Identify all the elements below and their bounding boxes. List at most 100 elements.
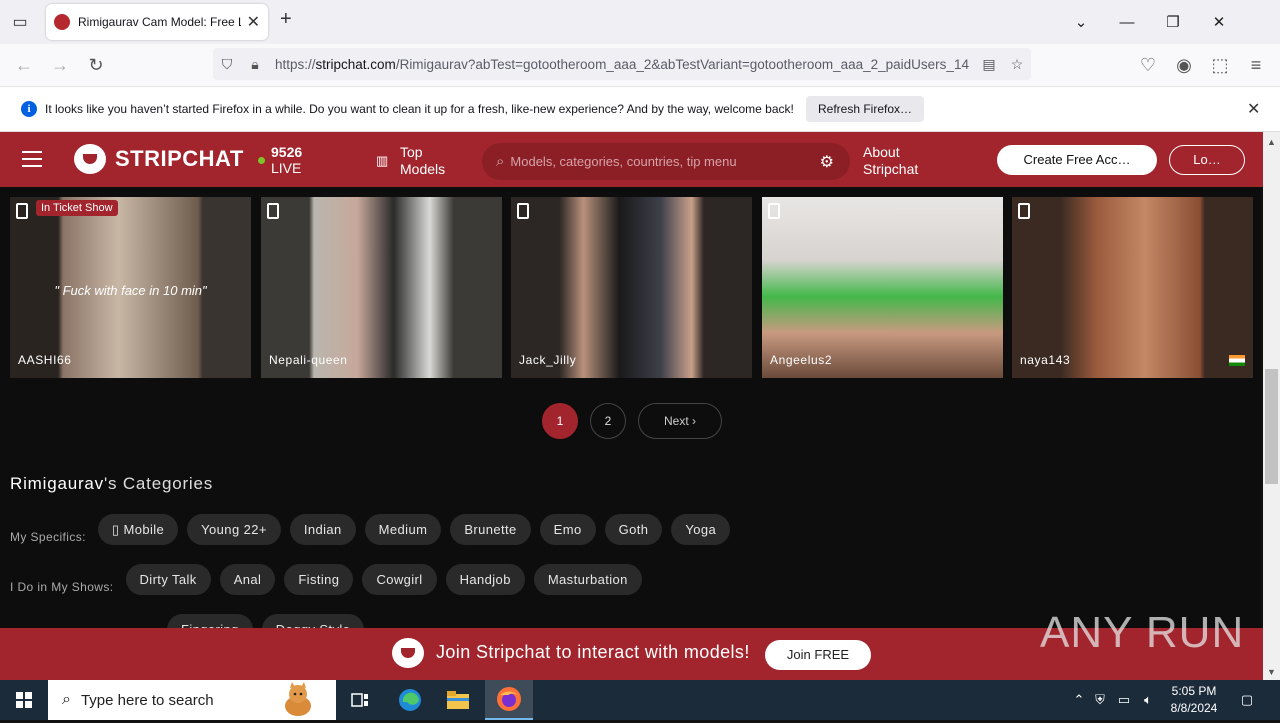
extensions-icon[interactable]: ⬚: [1202, 44, 1238, 86]
website-viewport: STRIPCHAT 9526 LIVE ▥ Top Models ⌕ Models…: [0, 132, 1263, 680]
file-explorer-icon[interactable]: [434, 680, 482, 720]
search-input[interactable]: Models, categories, countries, tip menu: [510, 154, 819, 169]
menu-icon[interactable]: ≡: [1238, 44, 1274, 86]
pocket-icon[interactable]: ♡: [1130, 44, 1166, 86]
category-chip[interactable]: Indian: [289, 514, 356, 545]
site-header: STRIPCHAT 9526 LIVE ▥ Top Models ⌕ Models…: [0, 132, 1263, 187]
category-chip[interactable]: Anal: [219, 564, 276, 595]
category-chip[interactable]: Brunette: [450, 514, 531, 545]
category-chip[interactable]: Dirty Talk: [125, 564, 211, 595]
category-chip[interactable]: Masturbation: [533, 564, 642, 595]
browser-tab[interactable]: Rimigaurav Cam Model: Free Li ✕: [46, 4, 268, 40]
volume-icon[interactable]: 🔈︎: [1136, 692, 1160, 708]
model-thumbnail: [511, 197, 752, 378]
category-chip[interactable]: Emo: [539, 514, 596, 545]
search-icon: ⌕: [62, 691, 71, 708]
reload-icon[interactable]: ↻: [78, 44, 114, 86]
reader-view-icon[interactable]: ▤: [975, 56, 1003, 73]
model-card[interactable]: Angeelus2: [762, 197, 1003, 378]
shows-row: I Do in My Shows: Dirty Talk Anal Fistin…: [10, 564, 651, 595]
shield-icon[interactable]: ⛉: [213, 56, 241, 73]
refresh-firefox-button[interactable]: Refresh Firefox…: [806, 96, 925, 122]
specifics-label: My Specifics:: [10, 530, 86, 544]
taskbar-search-input[interactable]: Type here to search: [81, 692, 278, 709]
model-search[interactable]: ⌕ Models, categories, countries, tip men…: [482, 143, 850, 180]
category-chip[interactable]: Goth: [604, 514, 663, 545]
top-models-link[interactable]: ▥ Top Models: [376, 144, 445, 178]
scroll-down-icon[interactable]: ▼: [1267, 667, 1276, 677]
model-card[interactable]: Jack_Jilly: [511, 197, 752, 378]
chip-label: Mobile: [123, 522, 165, 537]
scrollbar-thumb[interactable]: [1265, 369, 1278, 484]
page-2-button[interactable]: 2: [590, 403, 626, 439]
close-tab-icon[interactable]: ✕: [247, 12, 260, 32]
restore-icon[interactable]: ❐: [1150, 13, 1196, 31]
join-free-button[interactable]: Join FREE: [765, 640, 871, 670]
model-thumbnail: [1012, 197, 1253, 378]
security-icon[interactable]: ⛨: [1088, 692, 1112, 708]
back-icon[interactable]: ←: [6, 44, 42, 86]
chevron-right-icon: ›: [692, 414, 697, 428]
banner-text: Join Stripchat to interact with models!: [436, 642, 750, 662]
next-page-button[interactable]: Next ›: [638, 403, 722, 439]
login-button[interactable]: Lo…: [1169, 145, 1245, 175]
about-stripchat-link[interactable]: About Stripchat: [863, 144, 918, 178]
hamburger-menu-icon[interactable]: [22, 151, 42, 167]
info-icon: i: [21, 101, 37, 117]
ticket-show-badge: In Ticket Show: [36, 200, 118, 216]
task-view-icon[interactable]: [336, 680, 384, 720]
search-icon: ⌕: [496, 153, 505, 170]
page-1-button[interactable]: 1: [542, 403, 578, 439]
chevron-down-icon[interactable]: ⌄: [1058, 13, 1104, 31]
bookmark-star-icon[interactable]: ☆: [1003, 56, 1031, 73]
category-chip[interactable]: Yoga: [671, 514, 731, 545]
forward-icon[interactable]: →: [42, 44, 78, 86]
category-chip[interactable]: Handjob: [445, 564, 525, 595]
tab-list-icon[interactable]: ▭: [0, 0, 40, 44]
live-counter: 9526 LIVE: [256, 144, 302, 176]
url-text[interactable]: https://stripchat.com/Rimigaurav?abTest=…: [275, 57, 975, 72]
about-line1: About: [863, 144, 900, 160]
category-chip-mobile[interactable]: ▯ Mobile: [97, 514, 179, 545]
notification-text: It looks like you haven’t started Firefo…: [45, 102, 794, 116]
taskbar-search[interactable]: ⌕ Type here to search: [48, 680, 336, 720]
model-card[interactable]: In Ticket Show " Fuck with face in 10 mi…: [10, 197, 251, 378]
filter-icon[interactable]: ⚙: [820, 152, 834, 172]
account-icon[interactable]: ◉: [1166, 44, 1202, 86]
lock-icon[interactable]: 🔒︎: [241, 56, 269, 73]
url-bar[interactable]: ⛉ 🔒︎ https://stripchat.com/Rimigaurav?ab…: [213, 48, 1031, 80]
model-card[interactable]: naya143: [1012, 197, 1253, 378]
model-name: naya143: [1020, 353, 1071, 367]
create-account-button[interactable]: Create Free Acc…: [997, 145, 1157, 175]
next-label: Next: [663, 414, 689, 428]
firefox-taskbar-icon[interactable]: [485, 680, 533, 720]
show-hidden-icons-icon[interactable]: ⌃: [1070, 692, 1088, 708]
edge-icon[interactable]: [386, 680, 434, 720]
pagination: 1 2 Next ›: [542, 403, 722, 439]
category-chip[interactable]: Young 22+: [187, 514, 281, 545]
cat-illustration-icon: [278, 682, 318, 718]
clock-time: 5:05 PM: [1171, 684, 1217, 698]
stripchat-logo[interactable]: STRIPCHAT: [74, 144, 244, 174]
model-thumbnail: [762, 197, 1003, 378]
notifications-icon[interactable]: ▢: [1236, 680, 1258, 720]
minimize-icon[interactable]: —: [1104, 14, 1150, 31]
model-card[interactable]: Nepali-queen: [261, 197, 502, 378]
india-flag-icon: [1229, 355, 1245, 366]
clock[interactable]: 5:05 PM 8/8/2024: [1168, 683, 1220, 717]
url-path: /Rimigaurav?abTest=gotootheroom_aaa_2&ab…: [395, 56, 969, 72]
category-chip[interactable]: Fisting: [284, 564, 354, 595]
logo-mark-icon: [392, 638, 424, 668]
category-chip[interactable]: Cowgirl: [362, 564, 437, 595]
close-window-icon[interactable]: ✕: [1196, 13, 1242, 31]
model-name: Jack_Jilly: [519, 353, 577, 367]
window-controls: ⌄ — ❐ ✕: [1058, 0, 1242, 44]
start-button[interactable]: [0, 680, 48, 720]
scroll-up-icon[interactable]: ▲: [1267, 137, 1276, 147]
url-domain: stripchat.com: [315, 56, 396, 72]
network-icon[interactable]: ▭: [1112, 692, 1136, 708]
new-tab-icon[interactable]: +: [280, 8, 292, 31]
category-chip[interactable]: Medium: [364, 514, 442, 545]
categories-owner: Rimigaurav: [10, 474, 104, 493]
close-notification-icon[interactable]: ✕: [1247, 99, 1260, 119]
